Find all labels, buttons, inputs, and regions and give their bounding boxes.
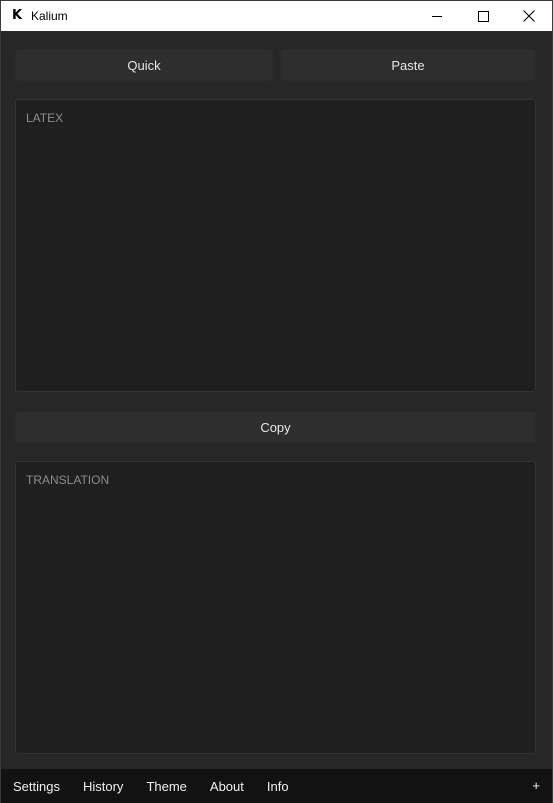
- window-controls: [414, 1, 552, 31]
- paste-button[interactable]: Paste: [280, 49, 536, 81]
- maximize-icon: [477, 10, 489, 22]
- title-bar[interactable]: K Kalium: [1, 1, 552, 31]
- latex-placeholder: LATEX: [26, 111, 64, 125]
- nav-theme[interactable]: Theme: [146, 779, 186, 794]
- add-button[interactable]: +: [532, 778, 540, 793]
- app-window: K Kalium Quick Paste LATEX Copy TRANSLAT…: [0, 0, 553, 803]
- maximize-button[interactable]: [460, 1, 506, 31]
- latex-text-area[interactable]: LATEX: [15, 99, 536, 392]
- app-logo-icon: K: [12, 8, 23, 23]
- nav-info[interactable]: Info: [267, 779, 289, 794]
- minimize-icon: [432, 16, 442, 17]
- quick-button[interactable]: Quick: [15, 49, 273, 81]
- minimize-button[interactable]: [414, 1, 460, 31]
- nav-settings[interactable]: Settings: [13, 779, 60, 794]
- translation-text-area[interactable]: TRANSLATION: [15, 461, 536, 754]
- close-icon: [523, 10, 535, 22]
- copy-button[interactable]: Copy: [15, 411, 536, 443]
- translation-placeholder: TRANSLATION: [26, 473, 110, 487]
- nav-history[interactable]: History: [83, 779, 123, 794]
- close-button[interactable]: [506, 1, 552, 31]
- bottom-nav-bar: Settings History Theme About Info +: [1, 769, 552, 803]
- nav-about[interactable]: About: [210, 779, 244, 794]
- window-title: Kalium: [31, 9, 68, 23]
